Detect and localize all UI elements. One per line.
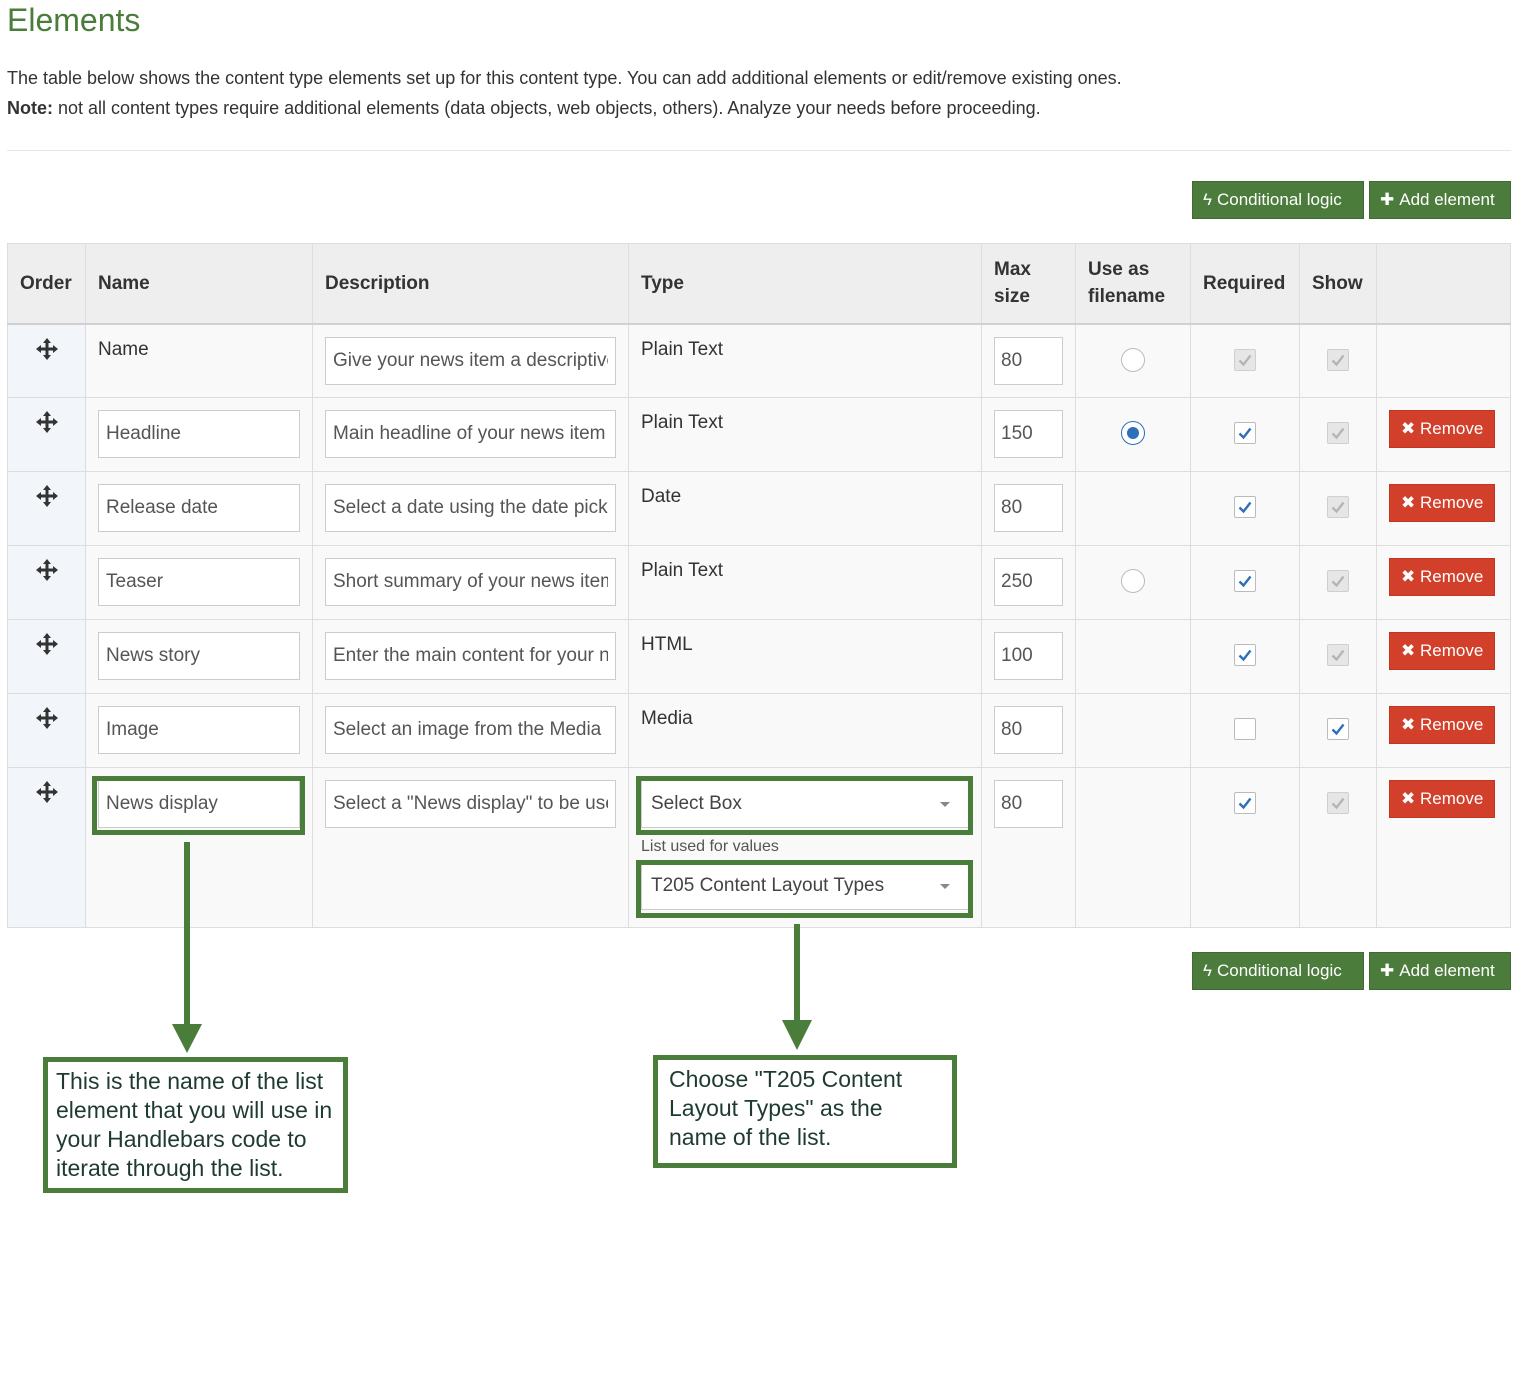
arrow-to-list [782, 924, 812, 1050]
arrow-to-name [172, 842, 202, 1053]
name-annotation-note: This is the name of the list element tha… [43, 1057, 348, 1193]
list-annotation-note: Choose "T205 Content Layout Types" as th… [653, 1055, 957, 1168]
